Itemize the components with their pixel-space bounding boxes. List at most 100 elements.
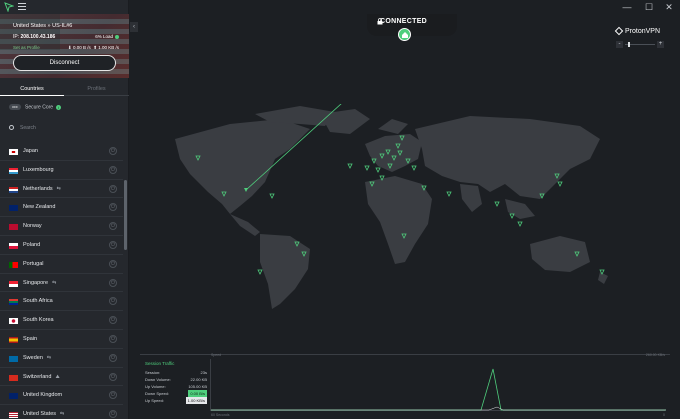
zoom-out-button[interactable]: - bbox=[616, 41, 623, 48]
ip-value: 208.100.43.186 bbox=[20, 34, 56, 40]
country-list-scrollbar[interactable] bbox=[123, 142, 127, 419]
country-row[interactable]: Netherlands ⇆ ⏻ bbox=[0, 180, 123, 199]
hamburger-menu-icon[interactable] bbox=[18, 3, 26, 10]
country-row[interactable]: Sweden ⇆ ⏻ bbox=[0, 349, 123, 368]
info-icon[interactable]: i bbox=[56, 104, 62, 110]
country-label: South Korea bbox=[23, 317, 54, 324]
country-label: Poland bbox=[23, 241, 41, 248]
connect-icon[interactable]: ⏻ bbox=[109, 297, 117, 306]
zoom-in-button[interactable]: + bbox=[657, 41, 664, 48]
search-placeholder: Search bbox=[20, 125, 36, 131]
country-row[interactable]: South Korea ⏻ bbox=[0, 311, 123, 330]
load-indicator-icon bbox=[115, 34, 119, 39]
connect-icon[interactable]: ⏻ bbox=[109, 147, 117, 155]
country-row[interactable]: Japan ⏻ bbox=[0, 142, 123, 161]
world-map[interactable] bbox=[160, 104, 660, 324]
country-name: Sweden ⇆ bbox=[23, 349, 51, 368]
server-load-label: 6% Load bbox=[95, 34, 113, 39]
connect-icon[interactable]: ⏻ bbox=[109, 353, 117, 362]
country-label: Norway bbox=[23, 223, 42, 230]
close-button[interactable]: ✕ bbox=[662, 1, 676, 13]
scrollbar-thumb[interactable] bbox=[124, 180, 127, 250]
graph-max-label: 260.00 KB/s bbox=[645, 353, 665, 357]
connect-icon[interactable]: ⏻ bbox=[109, 222, 117, 231]
feature-icon: ⇆ bbox=[52, 279, 57, 286]
up-volume-label: Up Volume: bbox=[145, 384, 166, 389]
brand-name: ProtonVPN bbox=[625, 28, 661, 35]
country-row[interactable]: United Kingdom ⏻ bbox=[0, 386, 123, 406]
home-location-pin bbox=[398, 28, 411, 41]
connect-icon[interactable]: ⏻ bbox=[109, 334, 117, 343]
set-as-profile-link[interactable]: Set as Profile bbox=[13, 45, 40, 50]
connect-icon[interactable]: ⏻ bbox=[109, 203, 117, 212]
up-speed-value: 1.00 KB/s bbox=[185, 397, 207, 404]
country-name: United Kingdom bbox=[23, 386, 62, 405]
minimize-button[interactable]: — bbox=[620, 1, 634, 13]
secure-core-toggle[interactable]: OFF bbox=[9, 104, 21, 110]
country-row[interactable]: New Zealand ⏻ bbox=[0, 198, 123, 218]
session-label: Session: bbox=[145, 370, 161, 375]
country-label: Luxembourg bbox=[23, 166, 54, 173]
down-speed-stat: Down Speed: 0.00 B/s bbox=[145, 390, 207, 397]
sidebar-tabs: Countries Profiles bbox=[0, 82, 129, 96]
ip-label: IP: bbox=[13, 34, 20, 40]
country-label: Japan bbox=[23, 148, 38, 154]
down-volume-value: 22.00 KB bbox=[190, 377, 207, 382]
country-label: United Kingdom bbox=[23, 392, 63, 399]
continents bbox=[175, 106, 608, 309]
secure-core-row: OFF Secure Core i bbox=[9, 104, 62, 110]
country-name: New Zealand bbox=[23, 198, 55, 217]
protonvpn-brand: ProtonVPN bbox=[614, 26, 661, 36]
south-korea-flag-icon bbox=[9, 318, 18, 325]
country-row[interactable]: Portugal ⏻ bbox=[0, 255, 123, 274]
connect-icon[interactable]: ⏻ bbox=[109, 410, 117, 419]
country-row[interactable]: Spain ⏻ bbox=[0, 330, 123, 349]
map-area: CONNECTED ProtonVPN - + Session Traffic … bbox=[130, 14, 680, 419]
down-volume-label: Down Volume: bbox=[145, 377, 171, 382]
connect-icon[interactable]: ⏻ bbox=[109, 316, 117, 325]
portugal-flag-icon bbox=[9, 261, 18, 268]
graph-zero-label: 0 bbox=[663, 413, 665, 417]
country-name: Switzerland ⛰ bbox=[23, 368, 60, 387]
connect-icon[interactable]: ⏻ bbox=[109, 165, 117, 174]
connect-icon[interactable]: ⏻ bbox=[109, 391, 117, 400]
session-value: 23s bbox=[200, 370, 207, 375]
south-africa-flag-icon bbox=[9, 299, 18, 306]
connect-icon[interactable]: ⏻ bbox=[109, 259, 117, 268]
country-label: Netherlands bbox=[23, 185, 53, 192]
zoom-slider-knob[interactable] bbox=[628, 42, 630, 47]
disconnect-button[interactable]: Disconnect bbox=[13, 55, 116, 71]
traffic-graph: Speed 260.00 KB/s 60 Seconds 0 bbox=[210, 353, 666, 417]
ip-address: IP: 208.100.43.186 bbox=[13, 34, 55, 40]
country-row[interactable]: Norway ⏻ bbox=[0, 217, 123, 236]
country-row[interactable]: United States ⇆ ⏻ bbox=[0, 405, 123, 419]
netherlands-flag-icon bbox=[9, 186, 18, 193]
connect-icon[interactable]: ⏻ bbox=[109, 278, 117, 287]
country-row[interactable]: Luxembourg ⏻ bbox=[0, 161, 123, 180]
home-icon bbox=[402, 32, 408, 38]
traffic-graph-plot bbox=[211, 368, 666, 411]
spain-flag-icon bbox=[9, 336, 18, 343]
search-input[interactable]: Search bbox=[9, 122, 121, 134]
tab-profiles[interactable]: Profiles bbox=[64, 82, 129, 96]
japan-flag-icon bbox=[9, 149, 18, 155]
connect-icon[interactable]: ⏻ bbox=[109, 372, 117, 381]
tab-countries[interactable]: Countries bbox=[0, 82, 64, 96]
sweden-flag-icon bbox=[9, 355, 18, 362]
country-row[interactable]: Switzerland ⛰ ⏻ bbox=[0, 368, 123, 387]
down-speed-label: Down Speed: bbox=[145, 391, 170, 396]
country-row[interactable]: Poland ⏻ bbox=[0, 236, 123, 255]
country-label: Spain bbox=[23, 335, 38, 342]
graph-time-label: 60 Seconds bbox=[211, 413, 230, 417]
country-row[interactable]: Singapore ⇆ ⏻ bbox=[0, 274, 123, 293]
country-label: New Zealand bbox=[23, 204, 56, 211]
connect-icon[interactable]: ⏻ bbox=[109, 184, 117, 193]
maximize-button[interactable]: ☐ bbox=[642, 1, 656, 13]
connect-icon[interactable]: ⏻ bbox=[109, 240, 117, 249]
feature-icon: ⇆ bbox=[56, 185, 61, 192]
country-row[interactable]: South Africa ⏻ bbox=[0, 292, 123, 312]
down-speed-value: 0.00 B/s bbox=[188, 390, 207, 397]
singapore-flag-icon bbox=[9, 280, 18, 287]
down-volume: Down Volume: 22.00 KB bbox=[145, 376, 207, 383]
up-volume: Up Volume: 105.00 KB bbox=[145, 383, 207, 390]
